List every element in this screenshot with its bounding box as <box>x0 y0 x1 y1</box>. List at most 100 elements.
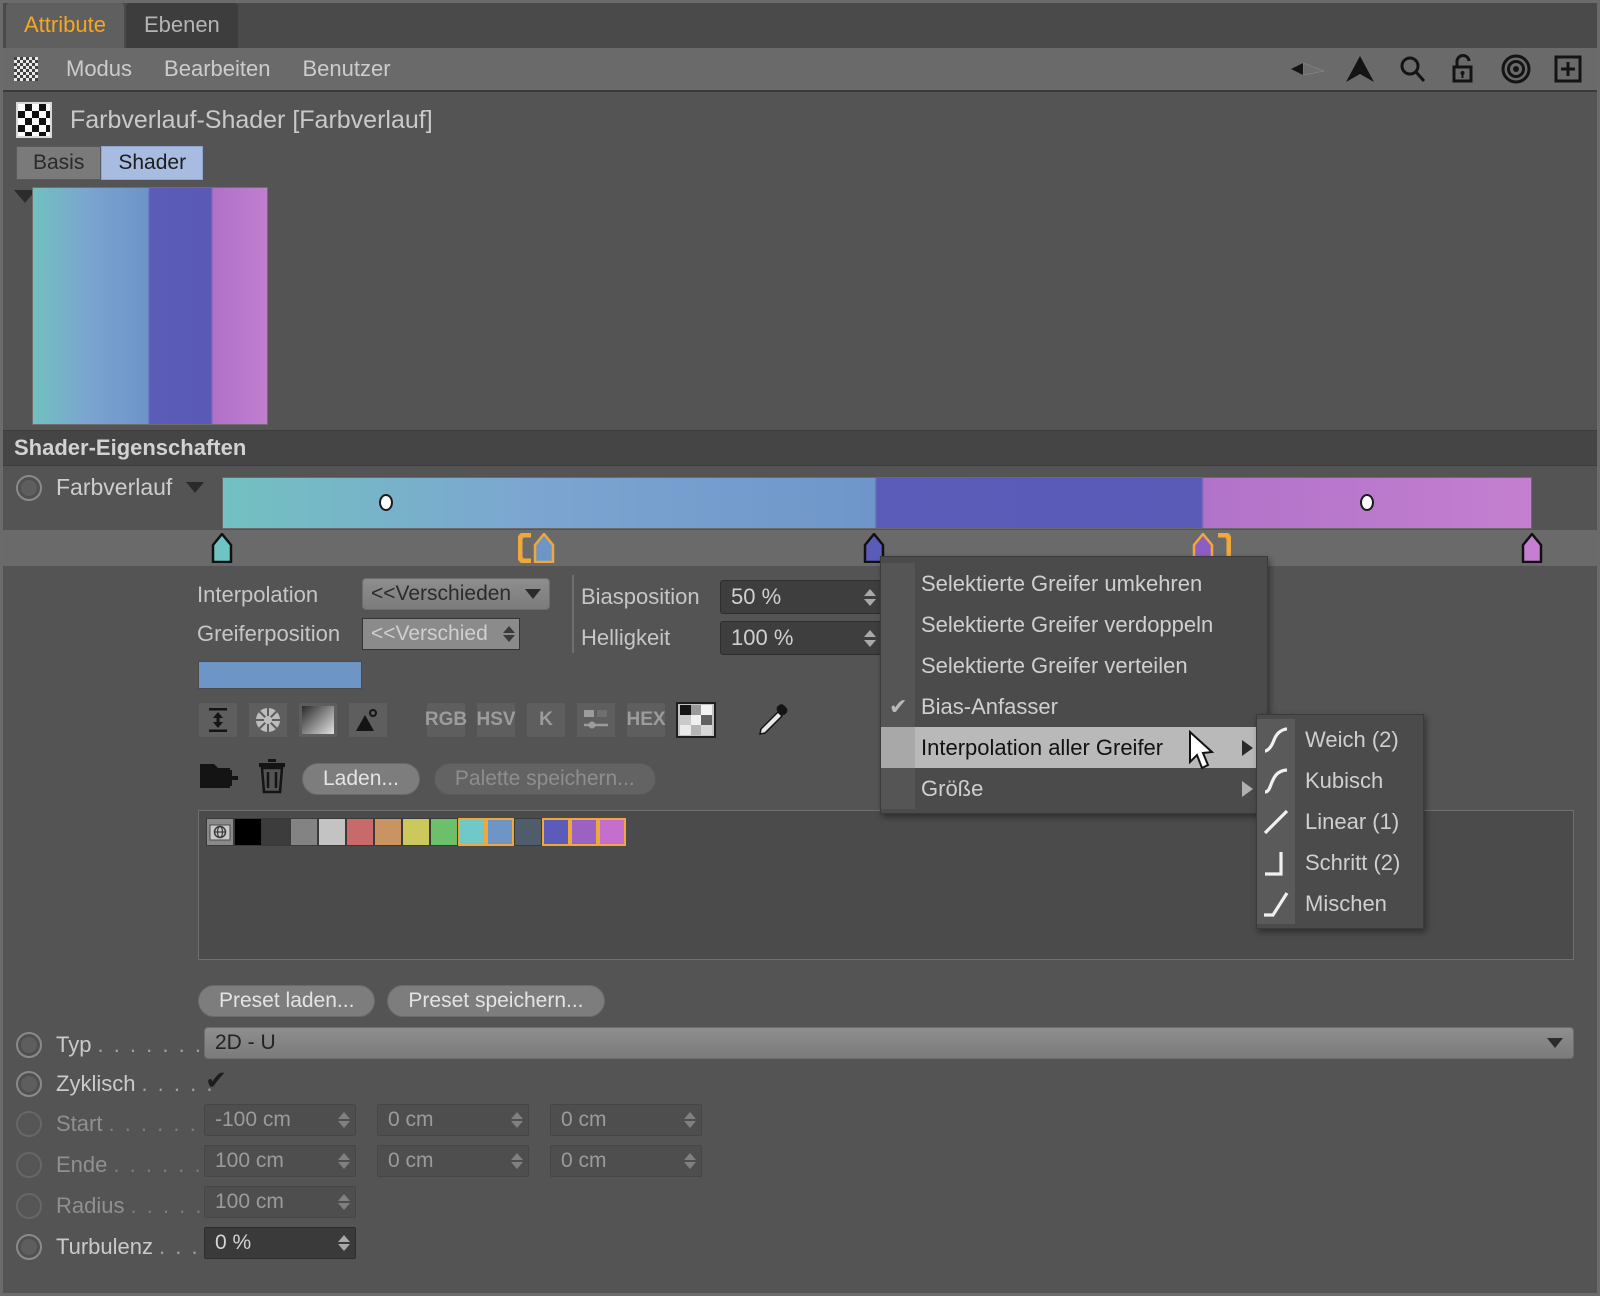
start-z-field[interactable]: 0 cm <box>550 1104 702 1136</box>
ende-z-field[interactable]: 0 cm <box>550 1145 702 1177</box>
back-arrow-icon[interactable] <box>1290 53 1326 85</box>
gradient-bar[interactable] <box>222 477 1532 529</box>
spinner-arrows-icon[interactable] <box>859 581 881 613</box>
preset-save-button[interactable]: Preset speichern... <box>387 985 605 1017</box>
context-menu-item[interactable]: Selektierte Greifer verdoppeln <box>881 604 1267 645</box>
add-panel-icon[interactable] <box>1550 53 1586 85</box>
spinner-arrows-icon[interactable] <box>506 1146 528 1176</box>
spinner-arrows-icon[interactable] <box>333 1105 355 1135</box>
turbulenz-field[interactable]: 0 % <box>204 1227 356 1259</box>
submenu-item[interactable]: Schritt (2) <box>1257 842 1423 883</box>
gradient-knot-handle[interactable] <box>1521 533 1543 563</box>
hex-mode-button[interactable]: HEX <box>626 702 666 738</box>
spinner-arrows-icon[interactable] <box>679 1146 701 1176</box>
palette-swatch[interactable] <box>486 818 514 846</box>
gradient-animation-radio[interactable] <box>16 474 42 501</box>
palette-swatch[interactable] <box>542 818 570 846</box>
palette-swatch[interactable] <box>570 818 598 846</box>
radius-field[interactable]: 100 cm <box>204 1186 356 1218</box>
radius-animation-radio[interactable] <box>16 1193 42 1219</box>
context-menu-item[interactable]: Größe <box>881 768 1267 809</box>
palette-swatch[interactable] <box>234 818 262 846</box>
spinner-arrows-icon[interactable] <box>333 1146 355 1176</box>
palette-swatch[interactable] <box>346 818 374 846</box>
typ-select[interactable]: 2D - U <box>204 1027 1574 1059</box>
zyklisch-animation-radio[interactable] <box>16 1071 42 1097</box>
menu-item-bearbeiten[interactable]: Bearbeiten <box>148 56 286 82</box>
start-y-field[interactable]: 0 cm <box>377 1104 529 1136</box>
search-icon[interactable] <box>1394 53 1430 85</box>
up-arrow-icon[interactable] <box>1342 53 1378 85</box>
chevron-down-icon[interactable] <box>186 482 205 493</box>
grip-handle-icon[interactable] <box>14 57 38 81</box>
context-menu-item[interactable]: Selektierte Greifer verteilen <box>881 645 1267 686</box>
gradient-handle-lane[interactable] <box>0 530 1600 566</box>
context-menu-item[interactable]: Interpolation aller Greifer <box>881 727 1267 768</box>
gradient-square-icon[interactable] <box>298 702 338 738</box>
color-wheel-icon[interactable] <box>248 702 288 738</box>
target-icon[interactable] <box>1498 53 1534 85</box>
swatches-mode-button[interactable] <box>676 702 716 738</box>
palette-swatch[interactable] <box>318 818 346 846</box>
start-animation-radio[interactable] <box>16 1111 42 1137</box>
submenu-item[interactable]: Kubisch <box>1257 760 1423 801</box>
zyklisch-checkbox[interactable]: ✔ <box>204 1065 228 1095</box>
submenu-item[interactable]: Linear (1) <box>1257 801 1423 842</box>
gradient-context-menu[interactable]: Selektierte Greifer umkehren Selektierte … <box>880 556 1268 814</box>
greiferposition-field[interactable]: <<Verschied <box>362 618 520 650</box>
mixer-mode-button[interactable] <box>576 702 616 738</box>
palette-swatch[interactable] <box>598 818 626 846</box>
submenu-item[interactable]: Weich (2) <box>1257 719 1423 760</box>
palette-swatch[interactable] <box>290 818 318 846</box>
palette-swatch[interactable] <box>514 818 542 846</box>
helligkeit-field[interactable]: 100 % <box>720 621 882 655</box>
biasposition-field[interactable]: 50 % <box>720 580 882 614</box>
gradient-bias-bracket[interactable] <box>517 532 534 564</box>
gradient-knot-handle[interactable] <box>211 533 233 563</box>
spinner-arrows-icon[interactable] <box>506 1105 528 1135</box>
submenu-item[interactable]: Mischen <box>1257 883 1423 924</box>
spinner-arrows-icon[interactable] <box>859 622 881 654</box>
image-picker-icon[interactable] <box>348 702 388 738</box>
hsv-mode-button[interactable]: HSV <box>476 702 516 738</box>
gradient-midpoint-dot[interactable] <box>378 494 393 511</box>
ende-x-field[interactable]: 100 cm <box>204 1145 356 1177</box>
typ-animation-radio[interactable] <box>16 1032 42 1058</box>
palette-save-button[interactable]: Palette speichern... <box>433 763 656 795</box>
spinner-arrows-icon[interactable] <box>499 619 519 649</box>
context-menu-item[interactable]: Selektierte Greifer umkehren <box>881 563 1267 604</box>
interpolation-submenu[interactable]: Weich (2) Kubisch Linear (1) Schritt (2) Mis… <box>1256 714 1424 929</box>
spinner-arrows-icon[interactable] <box>679 1105 701 1135</box>
tab-basis[interactable]: Basis <box>16 146 102 180</box>
rgb-mode-button[interactable]: RGB <box>425 702 467 738</box>
tab-ebenen[interactable]: Ebenen <box>125 2 238 48</box>
ende-animation-radio[interactable] <box>16 1152 42 1178</box>
selected-knot-color-swatch[interactable] <box>198 661 362 689</box>
new-palette-icon[interactable] <box>198 758 242 800</box>
menu-item-benutzer[interactable]: Benutzer <box>286 56 406 82</box>
start-x-field[interactable]: -100 cm <box>204 1104 356 1136</box>
unlock-icon[interactable] <box>1446 53 1482 85</box>
gradient-knot-handle[interactable] <box>533 533 555 563</box>
ende-y-field[interactable]: 0 cm <box>377 1145 529 1177</box>
palette-globe-swatch[interactable] <box>206 818 234 846</box>
palette-load-button[interactable]: Laden... <box>302 763 420 795</box>
preset-load-button[interactable]: Preset laden... <box>198 985 376 1017</box>
gradient-midpoint-dot[interactable] <box>1359 494 1374 511</box>
flip-arrows-icon[interactable] <box>198 702 238 738</box>
palette-swatch[interactable] <box>262 818 290 846</box>
eyedropper-icon[interactable] <box>754 702 794 738</box>
tab-attribute[interactable]: Attribute <box>6 2 124 48</box>
palette-swatch[interactable] <box>458 818 486 846</box>
turbulenz-animation-radio[interactable] <box>16 1234 42 1260</box>
tab-shader[interactable]: Shader <box>101 146 204 180</box>
interpolation-dropdown[interactable]: <<Verschieden <box>362 578 550 610</box>
palette-swatch[interactable] <box>374 818 402 846</box>
palette-swatch[interactable] <box>430 818 458 846</box>
context-menu-item[interactable]: ✔ Bias-Anfasser <box>881 686 1267 727</box>
menu-item-modus[interactable]: Modus <box>50 56 148 82</box>
kelvin-mode-button[interactable]: K <box>526 702 566 738</box>
shader-preview-thumbnail[interactable] <box>32 187 268 425</box>
spinner-arrows-icon[interactable] <box>333 1228 355 1258</box>
trash-icon[interactable] <box>256 758 288 800</box>
